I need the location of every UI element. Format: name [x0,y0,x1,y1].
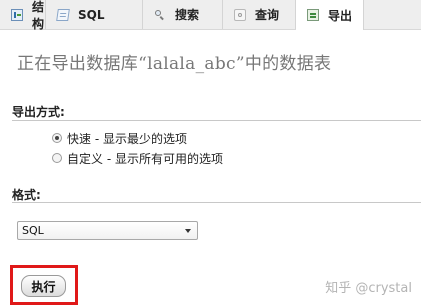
tab-structure-label: 结构 [32,0,45,31]
format-divider [12,202,421,203]
execute-button[interactable]: 执行 [21,275,66,297]
tab-export-label: 导出 [328,8,353,23]
quick-radio[interactable] [52,133,62,143]
tab-structure[interactable]: 结构 [0,0,46,31]
export-method-quick-option[interactable]: 快速 - 显示最少的选项 [52,130,187,146]
quick-option-label: 快速 - 显示最少的选项 [67,131,187,146]
export-method-divider [12,120,421,121]
custom-radio[interactable] [52,153,62,163]
tab-export[interactable]: 导出 [296,0,364,30]
format-label: 格式: [12,188,41,202]
tab-sql[interactable]: SQL [46,0,143,29]
tab-search-label: 搜索 [175,8,200,22]
search-icon [154,9,166,21]
tab-bar: 结构 SQL 搜索 查询 导出 [0,0,421,31]
export-method-label: 导出方式: [12,105,65,119]
tab-query[interactable]: 查询 [223,0,296,29]
query-icon [234,8,246,21]
tab-search[interactable]: 搜索 [143,0,223,29]
format-select[interactable]: SQL [17,221,198,240]
format-select-value: SQL [22,224,44,237]
page-title: 正在导出数据库“lalala_abc”中的数据表 [17,54,332,74]
export-method-custom-option[interactable]: 自定义 - 显示所有可用的选项 [52,150,223,166]
tab-query-label: 查询 [255,8,280,22]
dropdown-arrow-icon [185,229,191,233]
structure-icon [11,8,23,21]
watermark: 知乎 @crystal [325,281,412,296]
export-icon [307,9,319,21]
custom-option-label: 自定义 - 显示所有可用的选项 [67,151,223,166]
tab-sql-label: SQL [78,7,105,22]
sql-icon [56,8,70,21]
